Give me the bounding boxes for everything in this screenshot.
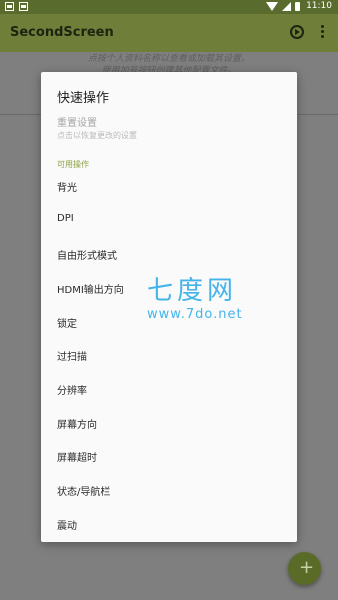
option-lock[interactable]: 锁定 xyxy=(41,307,297,337)
battery-icon xyxy=(295,1,301,11)
option-resolution[interactable]: 分辨率 xyxy=(41,374,297,404)
reset-settings-title: 重置设置 xyxy=(57,118,97,129)
wifi-icon xyxy=(266,1,279,11)
profile-hint-line-1: 点按个人资料名称以查看或加载其设置。 xyxy=(87,54,250,64)
option-orientation[interactable]: 屏幕方向 xyxy=(41,408,297,438)
option-label: 屏幕超时 xyxy=(57,453,97,464)
option-label: HDMI输出方向 xyxy=(57,285,124,296)
reset-settings-subtitle: 点击以恢复更改的设置 xyxy=(57,131,137,140)
option-hdmi-rotation[interactable]: HDMI输出方向 xyxy=(41,273,297,303)
option-label: 过扫描 xyxy=(57,352,87,363)
status-bar: 11:10 xyxy=(0,0,338,14)
option-status-nav-bar[interactable]: 状态/导航栏 xyxy=(41,475,297,505)
reset-settings-item[interactable]: 重置设置 点击以恢复更改的设置 xyxy=(57,114,137,141)
option-label: DPI xyxy=(57,213,74,224)
option-label: 背光 xyxy=(57,183,77,194)
plus-icon: + xyxy=(299,557,315,578)
status-time: 11:10 xyxy=(306,1,332,11)
signal-icon xyxy=(282,1,292,11)
quick-actions-dialog: 快速操作 重置设置 点击以恢复更改的设置 可用操作 背光 DPI 自由形式模式 … xyxy=(41,72,297,542)
available-actions-label: 可用操作 xyxy=(57,160,89,169)
option-vibration[interactable]: 震动 xyxy=(41,509,297,539)
option-label: 状态/导航栏 xyxy=(57,487,111,498)
option-overscan[interactable]: 过扫描 xyxy=(41,340,297,370)
screenshot-notification-icon xyxy=(5,2,14,11)
app-notification-icon xyxy=(19,2,28,11)
add-profile-button[interactable]: + xyxy=(288,552,321,585)
play-icon[interactable] xyxy=(290,25,304,39)
more-options-icon[interactable] xyxy=(321,25,325,39)
dialog-title: 快速操作 xyxy=(57,91,110,106)
option-screen-timeout[interactable]: 屏幕超时 xyxy=(41,441,297,471)
option-label: 锁定 xyxy=(57,319,77,330)
option-label: 自由形式模式 xyxy=(57,251,117,262)
option-dpi[interactable]: DPI xyxy=(41,205,297,235)
option-freeform-mode[interactable]: 自由形式模式 xyxy=(41,239,297,269)
option-label: 分辨率 xyxy=(57,386,87,397)
option-label: 震动 xyxy=(57,521,77,532)
app-title: SecondScreen xyxy=(10,25,114,40)
option-backlight[interactable]: 背光 xyxy=(41,171,297,201)
option-label: 屏幕方向 xyxy=(57,420,97,431)
app-bar: SecondScreen xyxy=(0,14,338,52)
